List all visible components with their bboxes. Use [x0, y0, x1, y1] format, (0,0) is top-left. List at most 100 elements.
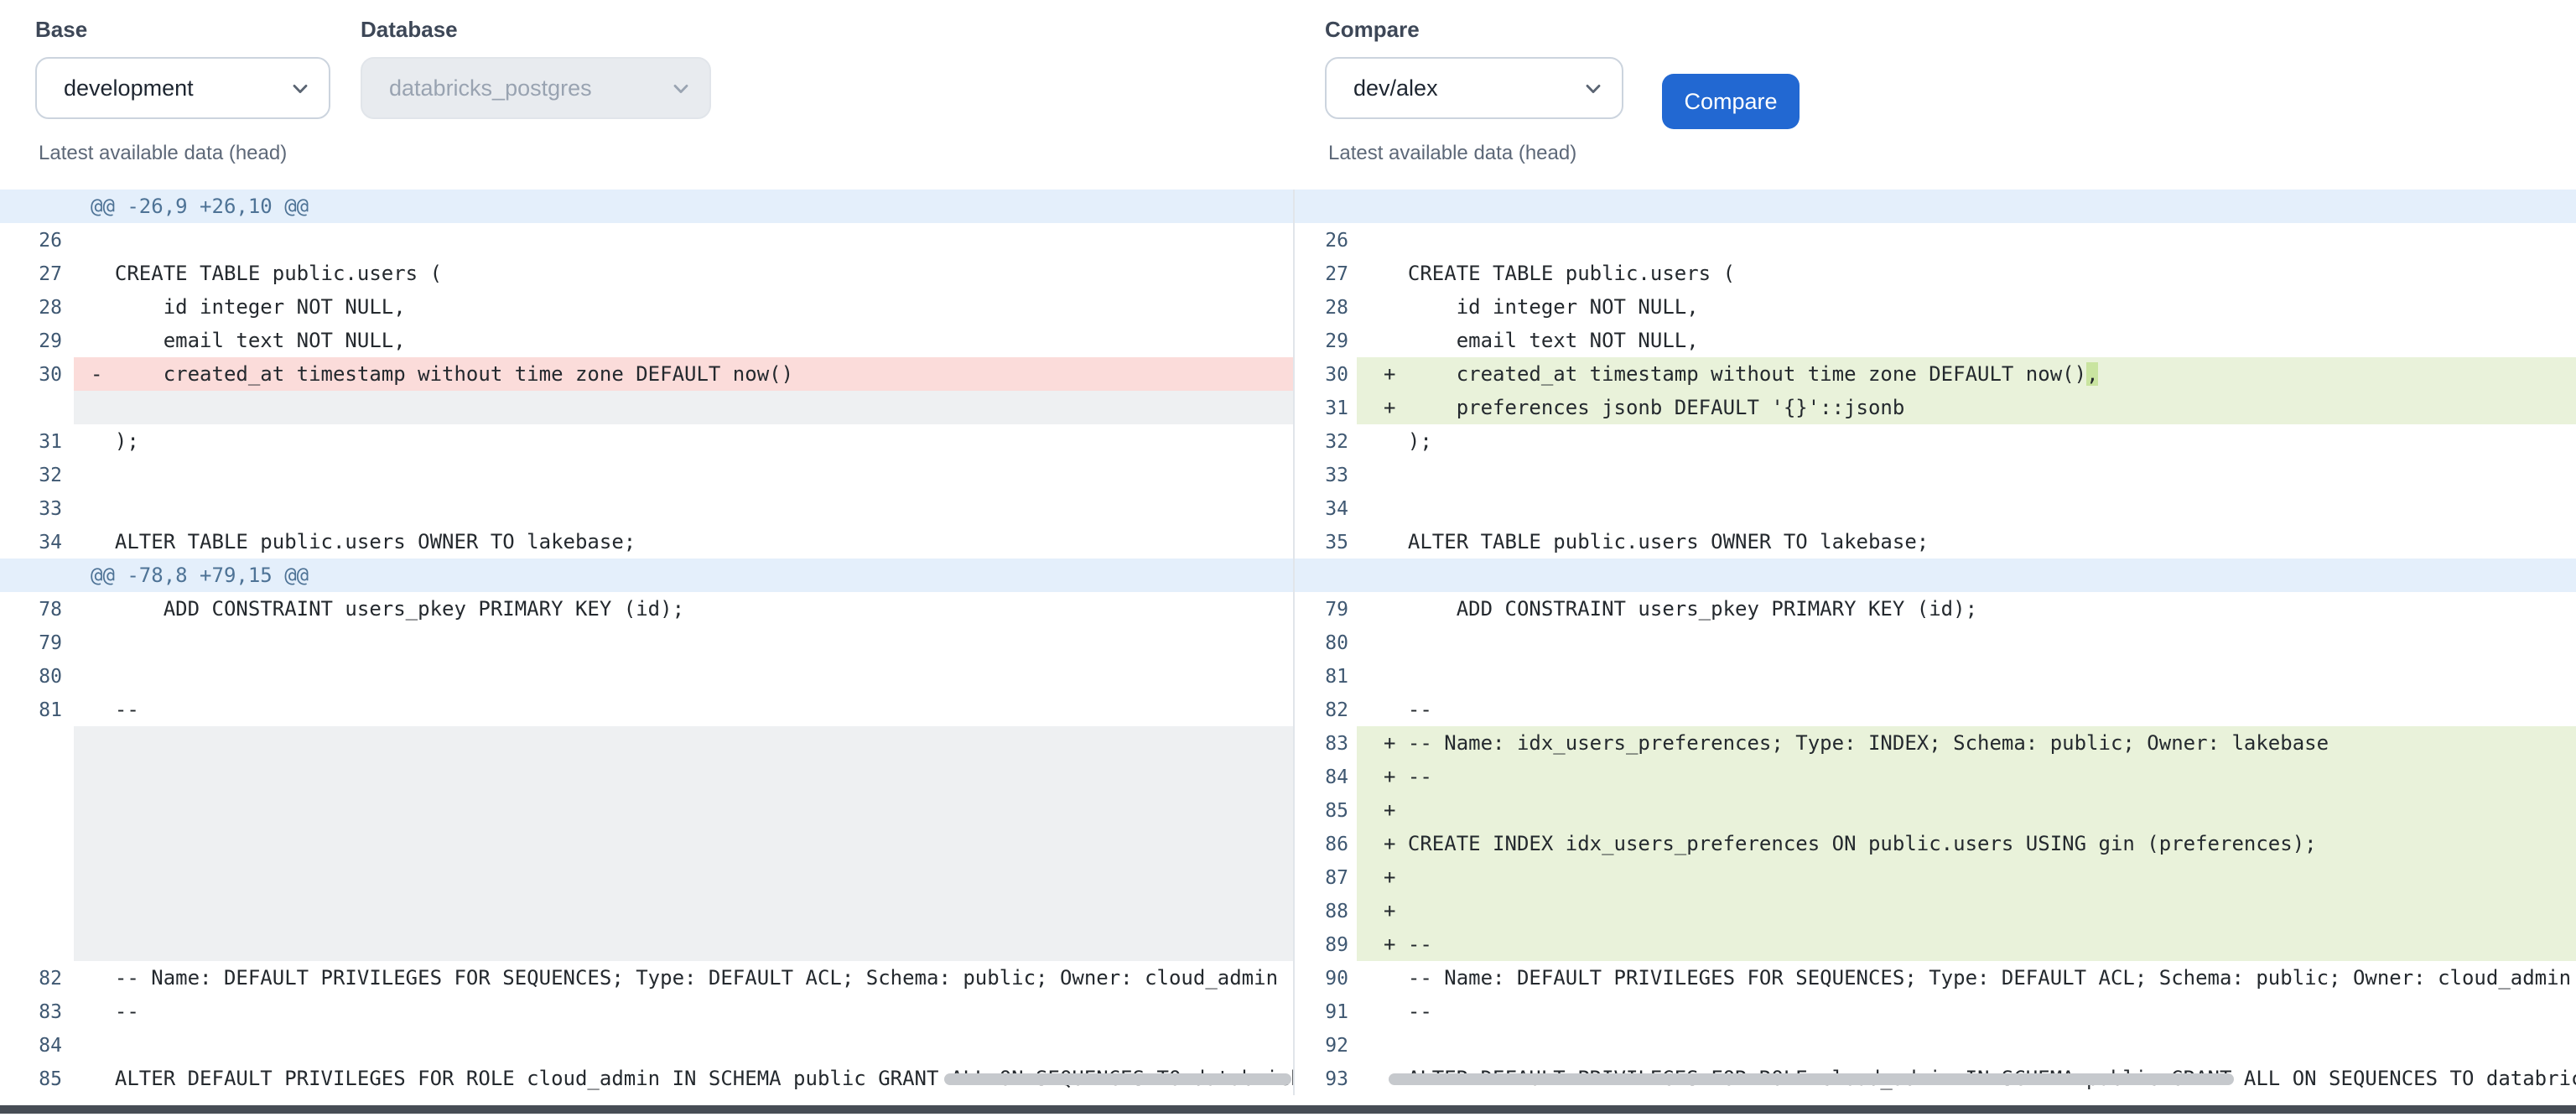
horizontal-scrollbar-compare[interactable]	[1389, 1073, 2234, 1085]
line-number: 26	[1295, 223, 1357, 257]
word-diff-highlight: ,	[2086, 362, 2098, 386]
code-line	[1357, 190, 2576, 223]
base-branch-value: development	[64, 75, 194, 101]
line-number: 80	[1295, 626, 1357, 659]
code-line: - created_at timestamp without time zone…	[74, 357, 1293, 391]
code-line	[74, 793, 1293, 827]
diff-row: 31+ preferences jsonb DEFAULT '{}'::json…	[1295, 391, 2576, 424]
line-number: 33	[1295, 458, 1357, 491]
code-line	[74, 659, 1293, 693]
line-number: 32	[0, 458, 74, 491]
line-number: 82	[0, 961, 74, 995]
line-number: 35	[1295, 525, 1357, 558]
chevron-down-icon	[292, 80, 309, 96]
diff-row: 27 CREATE TABLE public.users (	[0, 257, 1293, 290]
line-number	[0, 894, 74, 927]
line-number: 92	[1295, 1028, 1357, 1062]
code-line	[1357, 626, 2576, 659]
diff-row: 33	[1295, 458, 2576, 491]
code-line: id integer NOT NULL,	[74, 290, 1293, 324]
code-line	[74, 1028, 1293, 1062]
code-line: );	[74, 424, 1293, 458]
code-line: @@ -26,9 +26,10 @@	[74, 190, 1293, 223]
diff-row: 91 --	[1295, 995, 2576, 1028]
line-number	[0, 726, 74, 760]
code-line	[74, 726, 1293, 760]
diff-row: 81 --	[0, 693, 1293, 726]
bottom-panel-edge	[0, 1105, 2576, 1114]
line-number: 79	[0, 626, 74, 659]
compare-button[interactable]: Compare	[1662, 74, 1800, 129]
line-number: 85	[1295, 793, 1357, 827]
diff-row	[0, 894, 1293, 927]
chevron-down-icon	[673, 80, 689, 96]
line-number: 83	[1295, 726, 1357, 760]
code-line	[1357, 558, 2576, 592]
diff-row	[1295, 190, 2576, 223]
line-number: 84	[0, 1028, 74, 1062]
diff-row: 84+ --	[1295, 760, 2576, 793]
line-number: 78	[0, 592, 74, 626]
diff-row: 29 email text NOT NULL,	[0, 324, 1293, 357]
code-line: + created_at timestamp without time zone…	[1357, 357, 2576, 391]
base-branch-group: Base development	[35, 17, 330, 119]
line-number: 32	[1295, 424, 1357, 458]
line-number: 81	[1295, 659, 1357, 693]
diff-row: 86+ CREATE INDEX idx_users_preferences O…	[1295, 827, 2576, 860]
code-line	[74, 760, 1293, 793]
diff-row	[0, 860, 1293, 894]
line-number	[0, 927, 74, 961]
code-line: --	[1357, 995, 2576, 1028]
line-number: 90	[1295, 961, 1357, 995]
line-number: 34	[1295, 491, 1357, 525]
code-line	[74, 860, 1293, 894]
code-line	[74, 626, 1293, 659]
diff-view: @@ -26,9 +26,10 @@2627 CREATE TABLE publ…	[0, 190, 2576, 1095]
compare-branch-group: Compare dev/alex	[1325, 17, 1623, 119]
code-line: ALTER TABLE public.users OWNER TO lakeba…	[74, 525, 1293, 558]
diff-row: 34	[1295, 491, 2576, 525]
code-line	[74, 458, 1293, 491]
diff-row: 82 --	[1295, 693, 2576, 726]
code-line: + preferences jsonb DEFAULT '{}'::jsonb	[1357, 391, 2576, 424]
base-branch-select[interactable]: development	[35, 57, 330, 119]
line-number	[0, 558, 74, 592]
diff-row	[0, 391, 1293, 424]
diff-row: 85+	[1295, 793, 2576, 827]
code-line	[74, 894, 1293, 927]
code-line: + CREATE INDEX idx_users_preferences ON …	[1357, 827, 2576, 860]
line-number: 89	[1295, 927, 1357, 961]
line-number: 31	[1295, 391, 1357, 424]
diff-row: @@ -26,9 +26,10 @@	[0, 190, 1293, 223]
line-number: 30	[0, 357, 74, 391]
code-line	[1357, 491, 2576, 525]
horizontal-scrollbar-base[interactable]	[944, 1073, 1291, 1085]
code-line: + --	[1357, 760, 2576, 793]
code-line: +	[1357, 894, 2576, 927]
line-number: 86	[1295, 827, 1357, 860]
diff-row	[0, 927, 1293, 961]
diff-row: 28 id integer NOT NULL,	[0, 290, 1293, 324]
diff-row: 33	[0, 491, 1293, 525]
line-number: 88	[1295, 894, 1357, 927]
code-line: );	[1357, 424, 2576, 458]
diff-row: 89+ --	[1295, 927, 2576, 961]
base-label: Base	[35, 17, 330, 42]
line-number: 28	[0, 290, 74, 324]
code-line	[74, 223, 1293, 257]
diff-row: 83+ -- Name: idx_users_preferences; Type…	[1295, 726, 2576, 760]
line-number	[1295, 190, 1357, 223]
code-line: ALTER TABLE public.users OWNER TO lakeba…	[1357, 525, 2576, 558]
compare-branch-select[interactable]: dev/alex	[1325, 57, 1623, 119]
line-number: 93	[1295, 1062, 1357, 1095]
code-line: id integer NOT NULL,	[1357, 290, 2576, 324]
database-select: databricks_postgres	[361, 57, 711, 119]
line-number	[0, 827, 74, 860]
diff-row: 81	[1295, 659, 2576, 693]
line-number: 81	[0, 693, 74, 726]
diff-row: 79 ADD CONSTRAINT users_pkey PRIMARY KEY…	[1295, 592, 2576, 626]
line-number	[0, 760, 74, 793]
database-value: databricks_postgres	[389, 75, 592, 101]
compare-data-caption: Latest available data (head)	[1328, 141, 1576, 164]
diff-row	[0, 793, 1293, 827]
